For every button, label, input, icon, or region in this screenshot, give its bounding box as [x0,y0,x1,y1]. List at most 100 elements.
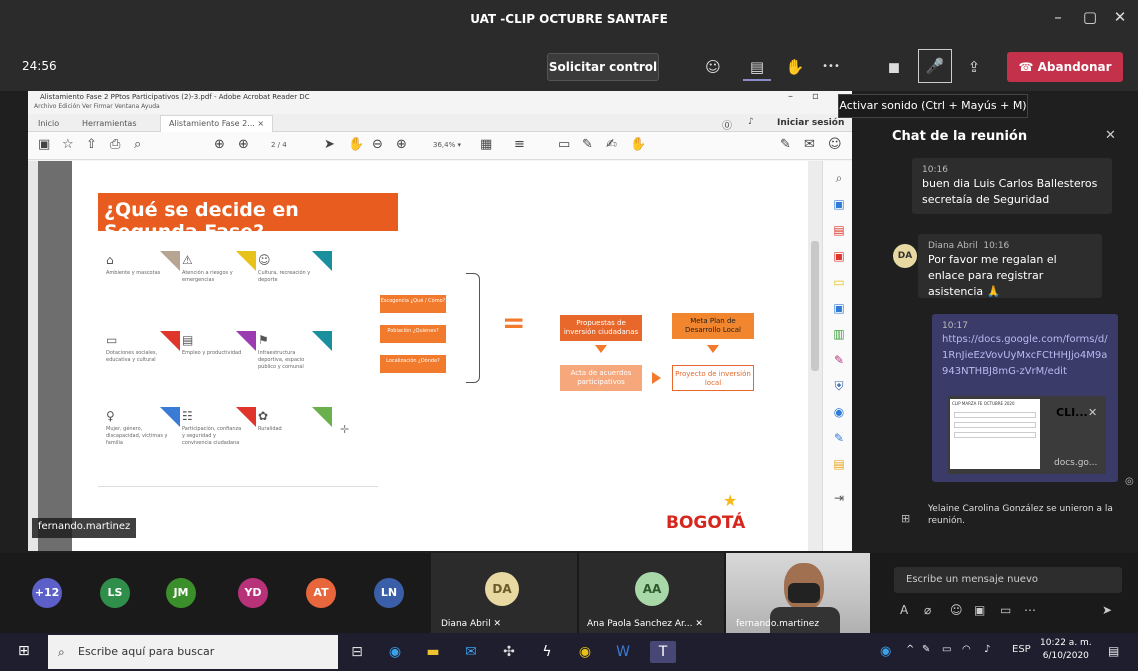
print-icon[interactable]: ⎙ [110,137,120,152]
edge-icon[interactable]: ◉ [382,641,408,663]
pen-tray-icon[interactable]: ✎ [922,644,930,655]
chat-icon[interactable]: ▤ [743,53,771,81]
language-indicator[interactable]: ESP [1012,644,1031,655]
chrome-icon[interactable]: ◉ [572,641,598,663]
fit-page-icon[interactable]: ▦ [480,137,492,152]
fill-sign-tool-icon[interactable]: ✎ [831,353,847,367]
compress-icon[interactable]: ◉ [831,405,847,419]
acrobat-menu[interactable]: Archivo Edición Ver Firmar Ventana Ayuda [34,103,160,110]
attach-icon[interactable]: ⌀ [924,603,931,617]
scroll-mode-icon[interactable]: ≡ [514,137,525,152]
send-icon[interactable]: ➤ [1102,603,1112,617]
left-panel-strip[interactable] [28,161,38,551]
scroll-indicator-icon[interactable]: ◎ [1125,476,1134,487]
taskbar-search-input[interactable]: ⌕ Escribe aquí para buscar [48,635,338,669]
participants-icon[interactable]: ☺ [699,53,727,81]
hand-icon[interactable]: ✋ [348,137,364,152]
wifi-icon[interactable]: ◠ [962,644,971,655]
side-search-icon[interactable]: ⌕ [831,171,847,186]
mail-icon[interactable]: ✉ [458,641,484,663]
bolt-app-icon[interactable]: ϟ [534,641,560,663]
request-control-button[interactable]: Solicitar control [547,53,659,81]
link-preview-card[interactable]: CLIP MARZA FE OCTUBRE 2020 CLI... ✕ docs… [948,396,1106,474]
emoji-icon[interactable]: ☺ [950,603,963,617]
gif-icon[interactable]: ▣ [974,603,985,617]
remove-preview-icon[interactable]: ✕ [1088,406,1097,419]
zoom-in-icon[interactable]: ⊕ [396,137,407,152]
star-icon[interactable]: ☆ [62,137,74,152]
organize-icon[interactable]: ▥ [831,327,847,341]
save-icon[interactable]: ▣ [38,137,50,152]
task-view-icon[interactable]: ⊟ [344,641,370,663]
create-pdf-icon[interactable]: ▤ [831,223,847,237]
teams-icon[interactable]: T [650,641,676,663]
sign-tool-icon[interactable]: ✎ [831,431,847,445]
acrobat-minimize-icon[interactable]: – [788,91,793,102]
format-icon[interactable]: A [900,603,908,617]
export-pdf-icon[interactable]: ▣ [831,197,847,211]
more-tools-icon[interactable]: ▤ [831,457,847,471]
more-participants-button[interactable]: +12 [32,578,62,608]
windows-start-icon[interactable]: ⊞ [18,643,30,659]
share-user-icon[interactable]: ☺ [828,137,842,152]
mic-muted-icon[interactable]: 🎤 [918,49,952,83]
zoom-out-icon[interactable]: ⊖ [372,137,383,152]
minimize-button[interactable]: – [1044,8,1072,26]
participant-avatar[interactable]: LN [374,578,404,608]
stamp-icon[interactable]: ✋ [630,137,646,152]
participant-avatar[interactable]: LS [100,578,130,608]
prev-page-icon[interactable]: ⊕ [214,137,225,152]
word-icon[interactable]: W [610,641,636,663]
protect-icon[interactable]: ⛨ [831,379,847,394]
edit-pdf-icon[interactable]: ▣ [831,249,847,263]
search-icon[interactable]: ⌕ [134,137,141,152]
collapse-panel-icon[interactable]: ⇥ [831,491,847,505]
comment-tool-icon[interactable]: ▭ [831,275,847,289]
message-link[interactable]: https://docs.google.com/forms/d/1RnJieEz… [942,332,1108,380]
help-icon[interactable]: ⓪ [722,117,732,132]
zoom-select[interactable]: 36,4% ▾ [433,141,461,149]
dropbox-icon[interactable]: ✣ [496,641,522,663]
participant-tile[interactable]: AA Ana Paola Sanchez Ar... ✕ [579,553,724,633]
fill-sign-icon[interactable]: ✎ [780,137,791,152]
more-options-icon[interactable]: ••• [817,53,845,81]
document-area[interactable]: ¿Qué se decide en Segunda Fase? ⌂ Ambient… [28,161,808,551]
pen-icon[interactable]: ✎ [582,137,593,152]
sign-icon[interactable]: ✍ [606,137,617,152]
raise-hand-icon[interactable]: ✋ [781,53,809,81]
page-indicator[interactable]: 2 / 4 [271,141,287,149]
comment-icon[interactable]: ▭ [558,137,570,152]
tray-chevron-icon[interactable]: ^ [906,644,914,655]
close-button[interactable]: ✕ [1106,8,1134,26]
chat-close-icon[interactable]: ✕ [1105,128,1116,143]
acrobat-maximize-icon[interactable]: ▫ [812,91,819,102]
leave-button[interactable]: ☎ Abandonar [1007,52,1123,82]
participant-tile[interactable]: DA Diana Abril ✕ [431,553,577,633]
chat-message-input[interactable]: Escribe un mensaje nuevo [894,567,1122,593]
bell-icon[interactable]: ♪ [748,117,754,127]
taskbar-clock[interactable]: 10:22 a. m. 6/10/2020 [1040,637,1092,663]
notifications-icon[interactable]: ▤ [1108,644,1119,658]
tab-tools[interactable]: Herramientas [82,119,137,128]
share-screen-icon[interactable]: ⇪ [960,53,988,81]
scroll-thumb[interactable] [811,241,819,371]
tab-home[interactable]: Inicio [38,119,59,128]
more-compose-icon[interactable]: ⋯ [1024,603,1036,617]
volume-icon[interactable]: ♪ [984,644,990,655]
select-cursor-icon[interactable]: ➤ [324,137,335,152]
participant-avatar[interactable]: AT [306,578,336,608]
tab-document[interactable]: Alistamiento Fase 2... × [160,115,274,132]
document-scrollbar[interactable] [808,161,822,551]
sticker-icon[interactable]: ▭ [1000,603,1011,617]
presenter-video[interactable]: fernando.martinez [726,553,870,633]
next-page-icon[interactable]: ⊕ [238,137,249,152]
camera-off-icon[interactable]: ◼ [880,53,908,81]
email-icon[interactable]: ✉ [804,137,815,152]
login-link[interactable]: Iniciar sesión [777,118,844,128]
network-icon[interactable]: ▭ [942,644,951,655]
participant-avatar[interactable]: JM [166,578,196,608]
cortana-icon[interactable]: ◉ [880,644,891,659]
upload-icon[interactable]: ⇧ [86,137,97,152]
file-explorer-icon[interactable]: ▬ [420,641,446,663]
maximize-button[interactable]: ▢ [1076,8,1104,26]
